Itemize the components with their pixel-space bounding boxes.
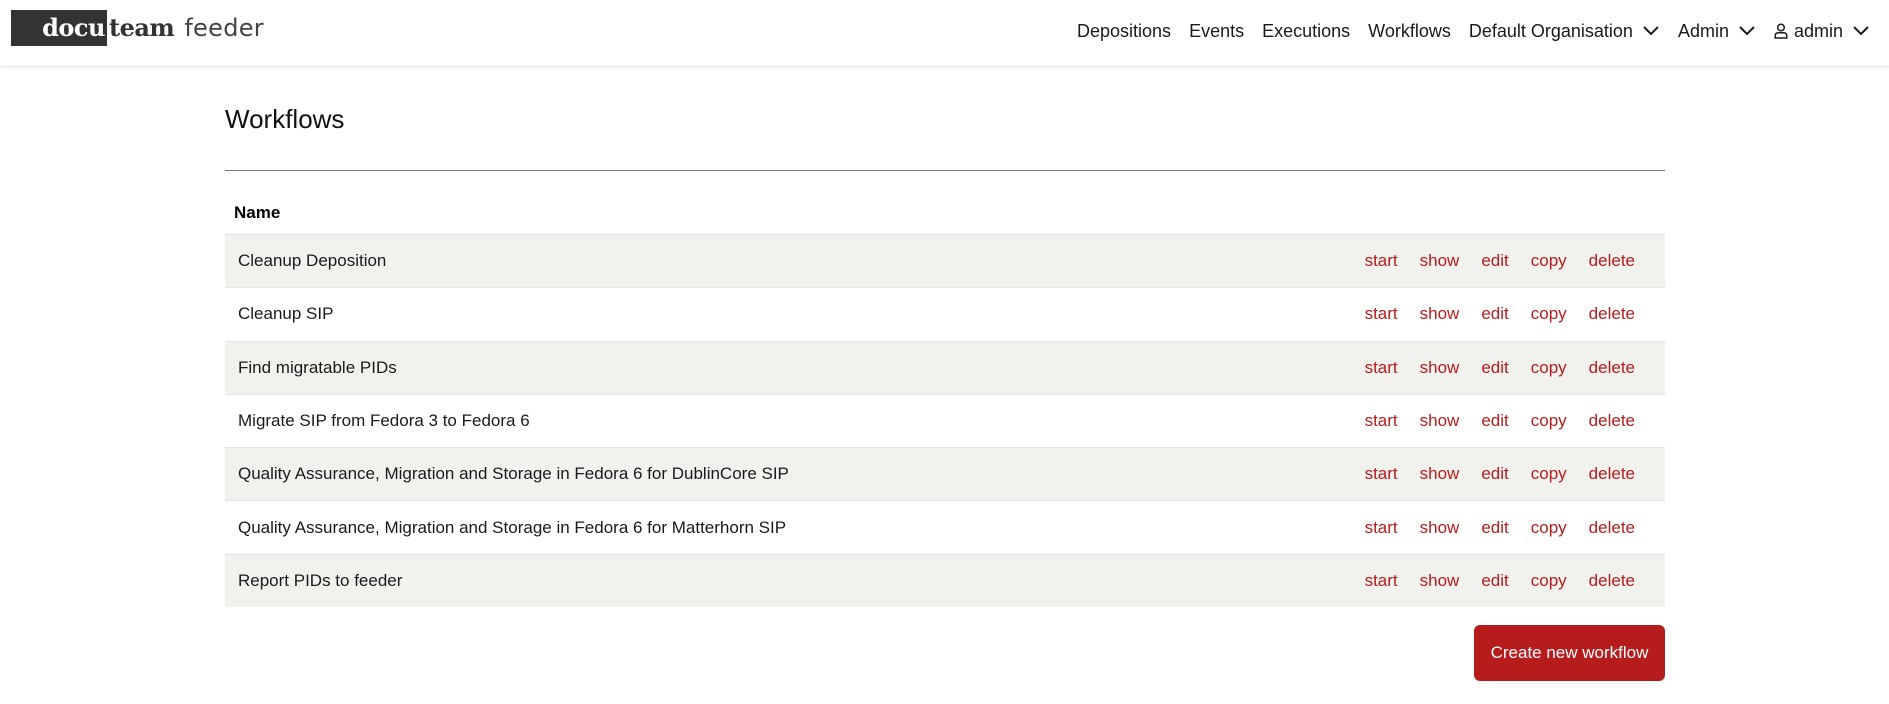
create-workflow-button[interactable]: Create new workflow <box>1474 625 1665 681</box>
chevron-down-icon <box>1853 26 1869 36</box>
top-navbar: docu team feeder Depositions Events Exec… <box>0 0 1889 67</box>
nav-label: Executions <box>1262 20 1351 41</box>
delete-link[interactable]: delete <box>1589 251 1635 271</box>
start-link[interactable]: start <box>1365 571 1398 591</box>
start-link[interactable]: start <box>1365 518 1398 538</box>
start-link[interactable]: start <box>1365 358 1398 378</box>
delete-link[interactable]: delete <box>1589 304 1635 324</box>
copy-link[interactable]: copy <box>1531 518 1567 538</box>
workflow-name: Find migratable PIDs <box>238 357 397 377</box>
row-actions: start show edit copy delete <box>1343 411 1635 431</box>
row-actions: start show edit copy delete <box>1343 518 1635 538</box>
copy-link[interactable]: copy <box>1531 358 1567 378</box>
table-row: Report PIDs to feeder start show edit copy de… <box>225 553 1665 608</box>
nav-workflows[interactable]: Workflows <box>1368 21 1451 42</box>
edit-link[interactable]: edit <box>1481 358 1508 378</box>
table-row: Find migratable PIDs start show edit copy del… <box>225 340 1665 394</box>
page-title: Workflows <box>225 104 345 134</box>
delete-link[interactable]: delete <box>1589 571 1635 591</box>
nav-label: Workflows <box>1368 20 1451 41</box>
nav-organisation-dropdown[interactable]: Default Organisation <box>1469 21 1660 42</box>
copy-link[interactable]: copy <box>1531 251 1567 271</box>
workflow-name: Migrate SIP from Fedora 3 to Fedora 6 <box>238 411 530 431</box>
row-actions: start show edit copy delete <box>1343 304 1635 324</box>
table-row: Cleanup Deposition start show edit copy delet… <box>225 234 1665 288</box>
edit-link[interactable]: edit <box>1481 304 1508 324</box>
user-icon <box>1774 23 1788 39</box>
table-row: Quality Assurance, Migration and Storage… <box>225 500 1665 554</box>
delete-link[interactable]: delete <box>1589 358 1635 378</box>
delete-link[interactable]: delete <box>1589 518 1635 538</box>
title-divider <box>225 170 1665 171</box>
delete-link[interactable]: delete <box>1589 411 1635 431</box>
show-link[interactable]: show <box>1420 571 1460 591</box>
table-body: Cleanup Deposition start show edit copy delet… <box>225 234 1665 608</box>
show-link[interactable]: show <box>1420 518 1460 538</box>
nav-label: Admin <box>1677 20 1729 41</box>
delete-link[interactable]: delete <box>1589 464 1635 484</box>
edit-link[interactable]: edit <box>1481 251 1508 271</box>
start-link[interactable]: start <box>1365 251 1398 271</box>
show-link[interactable]: show <box>1420 358 1460 378</box>
nav-label: Depositions <box>1077 20 1172 41</box>
row-actions: start show edit copy delete <box>1343 571 1635 591</box>
table-row: Migrate SIP from Fedora 3 to Fedora 6 sta… <box>225 393 1665 448</box>
app-logo[interactable]: docu team feeder <box>11 10 264 46</box>
nav-events[interactable]: Events <box>1189 21 1244 42</box>
logo-team: team <box>109 13 175 42</box>
table-row: Quality Assurance, Migration and Storage… <box>225 447 1665 501</box>
show-link[interactable]: show <box>1420 411 1460 431</box>
workflows-table: Name Cleanup Deposition start show edit copy… <box>225 192 1665 608</box>
chevron-down-icon <box>1739 26 1755 36</box>
copy-link[interactable]: copy <box>1531 464 1567 484</box>
user-label: admin <box>1793 20 1843 41</box>
workflow-name: Quality Assurance, Migration and Storage… <box>238 517 787 537</box>
start-link[interactable]: start <box>1365 304 1398 324</box>
row-actions: start show edit copy delete <box>1343 358 1635 378</box>
nav-executions[interactable]: Executions <box>1262 21 1350 42</box>
copy-link[interactable]: copy <box>1531 411 1567 431</box>
workflow-name: Report PIDs to feeder <box>238 570 403 590</box>
nav-admin-dropdown[interactable]: Admin <box>1678 21 1756 42</box>
edit-link[interactable]: edit <box>1481 464 1508 484</box>
row-actions: start show edit copy delete <box>1343 464 1635 484</box>
table-row: Cleanup SIP start show edit copy delete <box>225 287 1665 341</box>
nav-depositions[interactable]: Depositions <box>1077 21 1171 42</box>
nav-label: Events <box>1189 20 1245 41</box>
nav-label: Default Organisation <box>1468 20 1633 41</box>
nav-user-dropdown[interactable]: admin <box>1774 21 1870 42</box>
row-actions: start show edit copy delete <box>1343 251 1635 271</box>
column-header-name: Name <box>234 203 281 222</box>
copy-link[interactable]: copy <box>1531 304 1567 324</box>
edit-link[interactable]: edit <box>1481 518 1508 538</box>
workflow-name: Cleanup Deposition <box>238 251 387 271</box>
edit-link[interactable]: edit <box>1481 411 1508 431</box>
edit-link[interactable]: edit <box>1481 571 1508 591</box>
workflow-name: Cleanup SIP <box>238 304 334 324</box>
show-link[interactable]: show <box>1420 251 1460 271</box>
main-nav: Depositions Events Executions Workflows … <box>1059 0 1870 62</box>
workflow-name: Quality Assurance, Migration and Storage… <box>238 464 789 484</box>
start-link[interactable]: start <box>1365 411 1398 431</box>
logo-feeder: feeder <box>184 14 264 42</box>
logo-docu: docu <box>11 10 107 46</box>
show-link[interactable]: show <box>1420 464 1460 484</box>
start-link[interactable]: start <box>1365 464 1398 484</box>
chevron-down-icon <box>1643 26 1659 36</box>
show-link[interactable]: show <box>1420 304 1460 324</box>
copy-link[interactable]: copy <box>1531 571 1567 591</box>
